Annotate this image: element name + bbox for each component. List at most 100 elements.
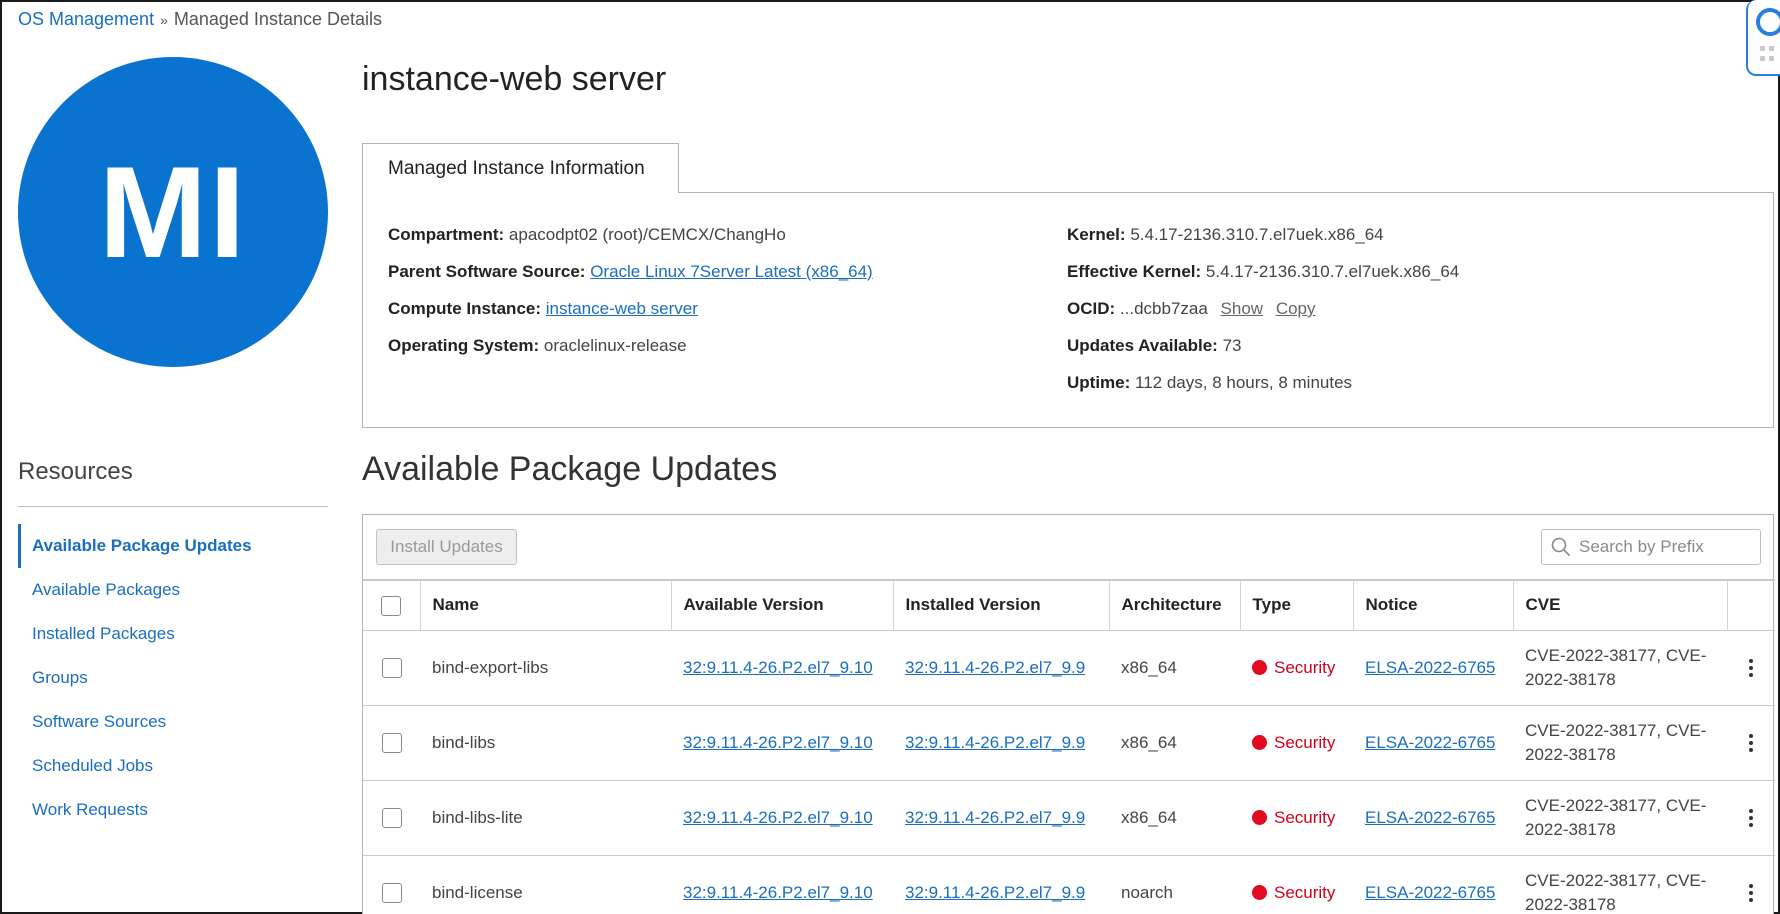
column-header-type[interactable]: Type xyxy=(1239,579,1353,630)
row-select-cell xyxy=(363,779,420,855)
type-cell: Security xyxy=(1240,779,1353,855)
tab-managed-instance-information[interactable]: Managed Instance Information xyxy=(362,143,679,193)
info-compute-instance: Compute Instance: instance-web server xyxy=(388,299,698,318)
notice-link[interactable]: ELSA-2022-6765 xyxy=(1365,808,1495,827)
resources-heading: Resources xyxy=(18,458,133,485)
compute-instance-link[interactable]: instance-web server xyxy=(546,299,698,318)
select-all-header xyxy=(363,579,420,630)
notice-cell: ELSA-2022-6765 xyxy=(1353,704,1513,780)
row-checkbox[interactable] xyxy=(381,883,402,903)
available-version-link[interactable]: 32:9.11.4-26.P2.el7_9.10 xyxy=(683,883,873,902)
resources-divider xyxy=(18,506,328,507)
type-cell: Security xyxy=(1240,854,1353,914)
section-title: Available Package Updates xyxy=(362,450,778,488)
installed-version-cell: 32:9.11.4-26.P2.el7_9.9 xyxy=(893,704,1109,780)
search-box[interactable] xyxy=(1541,529,1761,565)
package-name: bind-license xyxy=(420,854,671,914)
resource-work-requests[interactable]: Work Requests xyxy=(18,788,328,832)
type-label: Security xyxy=(1274,882,1336,902)
row-checkbox[interactable] xyxy=(381,807,402,828)
select-all-checkbox[interactable] xyxy=(381,595,402,616)
instance-avatar: MI xyxy=(18,57,328,367)
table-header-row: Name Available Version Installed Version… xyxy=(363,579,1775,630)
breadcrumb-os-management[interactable]: OS Management xyxy=(18,9,154,30)
row-actions-cell xyxy=(1727,629,1775,705)
package-updates-table-container: Install Updates Name Available Version I… xyxy=(362,514,1775,914)
info-right-column: Kernel: 5.4.17-2136.310.7.el7uek.x86_64 … xyxy=(1067,225,1459,410)
info-uptime: Uptime: 112 days, 8 hours, 8 minutes xyxy=(1067,373,1353,392)
resource-available-package-updates[interactable]: Available Package Updates xyxy=(18,524,328,568)
breadcrumb-current: Managed Instance Details xyxy=(173,9,382,29)
installed-version-link[interactable]: 32:9.11.4-26.P2.el7_9.9 xyxy=(905,658,1085,677)
instance-info-panel: Compartment: apacodpt02 (root)/CEMCX/Cha… xyxy=(362,192,1774,428)
installed-version-cell: 32:9.11.4-26.P2.el7_9.9 xyxy=(893,779,1109,855)
kebab-menu-icon[interactable] xyxy=(1748,658,1754,678)
installed-version-link[interactable]: 32:9.11.4-26.P2.el7_9.9 xyxy=(905,733,1085,752)
ocid-copy-link[interactable]: Copy xyxy=(1276,299,1316,318)
resource-software-sources[interactable]: Software Sources xyxy=(18,700,328,744)
info-effective-kernel: Effective Kernel: 5.4.17-2136.310.7.el7u… xyxy=(1067,262,1460,281)
info-left-column: Compartment: apacodpt02 (root)/CEMCX/Cha… xyxy=(388,225,873,373)
available-version-link[interactable]: 32:9.11.4-26.P2.el7_9.10 xyxy=(683,733,873,752)
drag-handle-icon[interactable] xyxy=(1760,46,1774,62)
column-header-installed-version[interactable]: Installed Version xyxy=(892,579,1109,630)
table-row: bind-libs 32:9.11.4-26.P2.el7_9.10 32:9.… xyxy=(363,704,1775,780)
kebab-menu-icon[interactable] xyxy=(1748,808,1754,828)
package-updates-table: Name Available Version Installed Version… xyxy=(363,579,1775,914)
type-cell: Security xyxy=(1240,704,1353,780)
help-widget[interactable] xyxy=(1746,0,1780,76)
row-select-cell xyxy=(363,704,420,780)
info-ocid: OCID: ...dcbb7zaa Show Copy xyxy=(1067,299,1316,318)
ocid-show-link[interactable]: Show xyxy=(1221,299,1264,318)
breadcrumb-separator: » xyxy=(160,11,168,28)
notice-cell: ELSA-2022-6765 xyxy=(1353,854,1513,914)
info-kernel: Kernel: 5.4.17-2136.310.7.el7uek.x86_64 xyxy=(1067,225,1384,244)
resource-installed-packages[interactable]: Installed Packages xyxy=(18,612,328,656)
help-lifebuoy-icon[interactable] xyxy=(1756,8,1780,36)
security-dot-icon xyxy=(1252,734,1267,750)
row-checkbox[interactable] xyxy=(381,732,402,753)
installed-version-link[interactable]: 32:9.11.4-26.P2.el7_9.9 xyxy=(905,808,1085,827)
available-version-link[interactable]: 32:9.11.4-26.P2.el7_9.10 xyxy=(683,808,873,827)
info-operating-system: Operating System: oraclelinux-release xyxy=(388,336,687,355)
architecture: noarch xyxy=(1109,854,1240,914)
row-select-cell xyxy=(363,854,420,914)
type-label: Security xyxy=(1274,657,1336,677)
package-name: bind-libs-lite xyxy=(420,779,671,855)
available-version-link[interactable]: 32:9.11.4-26.P2.el7_9.10 xyxy=(683,658,873,677)
row-checkbox[interactable] xyxy=(381,657,402,678)
parent-software-source-link[interactable]: Oracle Linux 7Server Latest (x86_64) xyxy=(590,262,873,281)
installed-version-cell: 32:9.11.4-26.P2.el7_9.9 xyxy=(893,629,1109,705)
cve-list: CVE-2022-38177, CVE-2022-38178 xyxy=(1513,854,1727,914)
available-version-cell: 32:9.11.4-26.P2.el7_9.10 xyxy=(671,854,893,914)
resource-groups[interactable]: Groups xyxy=(18,656,328,700)
breadcrumb: OS Management » Managed Instance Details xyxy=(18,9,382,30)
notice-link[interactable]: ELSA-2022-6765 xyxy=(1365,658,1495,677)
installed-version-link[interactable]: 32:9.11.4-26.P2.el7_9.9 xyxy=(905,883,1085,902)
row-actions-cell xyxy=(1727,704,1775,780)
column-header-cve[interactable]: CVE xyxy=(1512,579,1727,630)
install-updates-button[interactable]: Install Updates xyxy=(376,529,517,565)
notice-link[interactable]: ELSA-2022-6765 xyxy=(1365,733,1495,752)
column-header-notice[interactable]: Notice xyxy=(1352,579,1513,630)
kebab-menu-icon[interactable] xyxy=(1748,733,1754,753)
type-cell: Security xyxy=(1240,629,1353,705)
notice-link[interactable]: ELSA-2022-6765 xyxy=(1365,883,1495,902)
table-row: bind-export-libs 32:9.11.4-26.P2.el7_9.1… xyxy=(363,629,1775,705)
cve-list: CVE-2022-38177, CVE-2022-38178 xyxy=(1513,779,1727,855)
column-header-name[interactable]: Name xyxy=(419,579,671,630)
resource-available-packages[interactable]: Available Packages xyxy=(18,568,328,612)
cve-list: CVE-2022-38177, CVE-2022-38178 xyxy=(1513,629,1727,705)
search-input[interactable] xyxy=(1579,537,1749,557)
kebab-menu-icon[interactable] xyxy=(1748,883,1754,903)
column-header-architecture[interactable]: Architecture xyxy=(1108,579,1240,630)
page-title: instance-web server xyxy=(362,60,667,98)
info-parent-software-source: Parent Software Source: Oracle Linux 7Se… xyxy=(388,262,873,281)
available-version-cell: 32:9.11.4-26.P2.el7_9.10 xyxy=(671,779,893,855)
security-dot-icon xyxy=(1252,809,1267,825)
search-icon xyxy=(1551,537,1571,557)
column-header-available-version[interactable]: Available Version xyxy=(670,579,893,630)
resources-nav: Available Package Updates Available Pack… xyxy=(18,524,328,832)
resource-scheduled-jobs[interactable]: Scheduled Jobs xyxy=(18,744,328,788)
available-version-cell: 32:9.11.4-26.P2.el7_9.10 xyxy=(671,629,893,705)
